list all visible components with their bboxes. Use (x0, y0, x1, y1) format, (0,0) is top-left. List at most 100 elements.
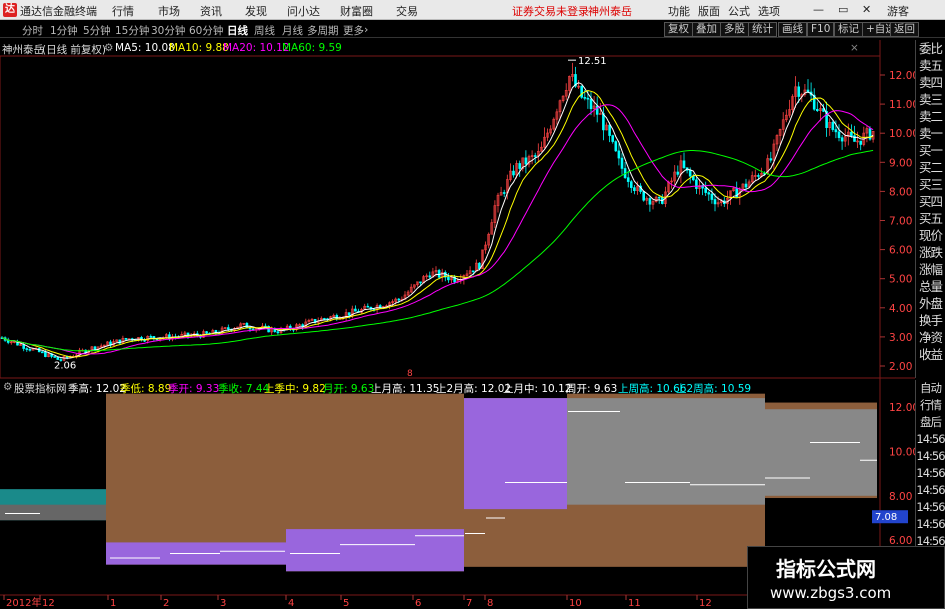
candle-body (707, 192, 711, 195)
quote-field-1[interactable]: 卖五 (916, 57, 945, 74)
quote-field-10[interactable]: 买五 (916, 210, 945, 227)
candle-body (437, 270, 441, 278)
candle-body (28, 349, 32, 351)
quote-field-12[interactable]: 涨跌 (916, 244, 945, 261)
candle-body (710, 193, 714, 200)
candle-body (40, 351, 44, 354)
candle-body (586, 97, 590, 100)
candle-body (354, 308, 357, 312)
candle-body (143, 339, 146, 342)
ma20-line (1, 104, 874, 355)
candle-body (713, 199, 717, 205)
indicator-value-4: 上季中: 9.82 (264, 383, 326, 395)
watermark-title: 指标公式网 (776, 557, 876, 581)
indicator-panel-item-8[interactable]: 14:56 (916, 516, 945, 533)
indicator-panel-item-2[interactable]: 盘后 (916, 414, 945, 431)
x-axis-label: 11 (628, 598, 641, 609)
quote-field-5[interactable]: 卖一 (916, 125, 945, 142)
indicator-box (765, 409, 877, 496)
indicator-panel-item-5[interactable]: 14:56 (916, 465, 945, 482)
indicator-box (0, 504, 106, 521)
candle-body (611, 135, 615, 142)
quote-field-7[interactable]: 买二 (916, 159, 945, 176)
indicator-box (106, 393, 286, 565)
indicator-name: 股票指标网 (14, 383, 67, 395)
candle-body (859, 140, 863, 145)
indicator-panel-item-4[interactable]: 14:56 (916, 448, 945, 465)
indicator-value-3: 季收: 7.44 (218, 383, 270, 395)
x-axis-label: 12 (42, 598, 55, 609)
split-marker-icon: 8 (407, 369, 413, 379)
candle-body (657, 196, 661, 199)
ma10-line (1, 89, 874, 358)
candle-body (524, 157, 528, 165)
candle-body (56, 357, 60, 360)
candle-body (502, 192, 506, 194)
indicator-value-11: 上2周高: 10.59 (676, 383, 752, 395)
candle-body (744, 183, 748, 188)
candle-body (323, 318, 326, 320)
x-axis-label: 2 (163, 598, 169, 609)
x-axis-label: 2012年 (6, 596, 41, 609)
candle-body (512, 170, 515, 176)
quote-field-4[interactable]: 卖二 (916, 108, 945, 125)
quote-field-9[interactable]: 买四 (916, 193, 945, 210)
candle-body (834, 129, 838, 133)
quote-field-17[interactable]: 净资 (916, 329, 945, 346)
quote-field-2[interactable]: 卖四 (916, 74, 945, 91)
quote-field-18[interactable]: 收益 (916, 346, 945, 363)
indicator-panel-item-3[interactable]: 14:56 (916, 431, 945, 448)
candle-body (25, 348, 29, 350)
candle-body (642, 191, 646, 201)
y-axis-label: 5.00 (889, 274, 912, 286)
indicator-panel-item-1[interactable]: 行情 (916, 397, 945, 414)
indicator-box (464, 398, 567, 510)
price-chart[interactable]: 12.0011.0010.009.008.007.006.005.004.003… (0, 0, 945, 609)
candle-body (614, 141, 618, 152)
x-axis-label: 7 (466, 598, 472, 609)
ind-axis-label: 8.00 (889, 491, 912, 503)
indicator-value-8: 上月中: 10.12 (503, 383, 572, 395)
x-axis-label: 10 (569, 598, 582, 609)
candle-body (769, 158, 773, 161)
indicator-value-5: 月开: 9.63 (323, 383, 375, 395)
candle-body (626, 177, 630, 182)
candle-body (608, 124, 611, 136)
candle-body (419, 281, 422, 284)
quote-field-13[interactable]: 涨幅 (916, 261, 945, 278)
candle-body (633, 187, 636, 191)
candle-body (797, 86, 801, 97)
indicator-panel-item-7[interactable]: 14:56 (916, 499, 945, 516)
quote-field-15[interactable]: 外盘 (916, 295, 945, 312)
y-axis-label: 9.00 (889, 157, 912, 169)
quote-field-14[interactable]: 总量 (916, 278, 945, 295)
candle-body (428, 275, 432, 278)
quote-field-6[interactable]: 买一 (916, 142, 945, 159)
candle-body (682, 160, 686, 168)
quote-field-8[interactable]: 买三 (916, 176, 945, 193)
quote-field-11[interactable]: 现价 (916, 227, 945, 244)
candle-body (583, 97, 587, 99)
candle-body (850, 131, 853, 136)
y-axis-label: 7.00 (889, 216, 912, 228)
quote-field-3[interactable]: 卖三 (916, 91, 945, 108)
candle-body (676, 171, 680, 175)
indicator-panel-item-6[interactable]: 14:56 (916, 482, 945, 499)
quote-field-0[interactable]: 委比 (916, 40, 945, 57)
candle-body (757, 175, 760, 177)
current-price-value: 7.08 (875, 512, 897, 523)
y-axis-label: 6.00 (889, 245, 912, 257)
y-axis-label: 3.00 (889, 332, 912, 344)
x-axis-label: 5 (343, 598, 349, 609)
candle-body (629, 181, 633, 188)
ma60-line (1, 149, 874, 352)
indicator-panel-item-0[interactable]: 自动 (916, 380, 945, 397)
x-axis-label: 12 (699, 598, 712, 609)
quote-field-16[interactable]: 换手 (916, 312, 945, 329)
indicator-value-6: 上月高: 11.35 (371, 383, 440, 395)
indicator-box (567, 398, 765, 505)
candle-body (648, 198, 652, 205)
candle-body (276, 331, 280, 334)
indicator-gear-icon[interactable]: ⚙ (3, 381, 12, 393)
candle-body (227, 327, 230, 330)
